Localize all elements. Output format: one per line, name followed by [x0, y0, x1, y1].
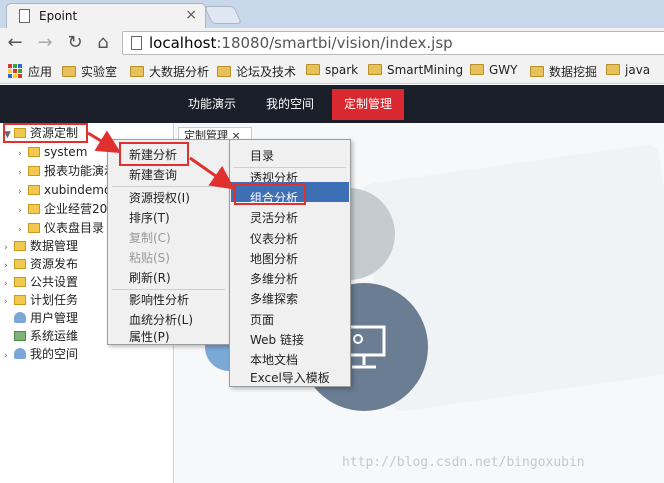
annotation-arrows	[87, 130, 235, 190]
arrow-icon	[87, 130, 122, 154]
arrow-icon	[189, 156, 235, 190]
